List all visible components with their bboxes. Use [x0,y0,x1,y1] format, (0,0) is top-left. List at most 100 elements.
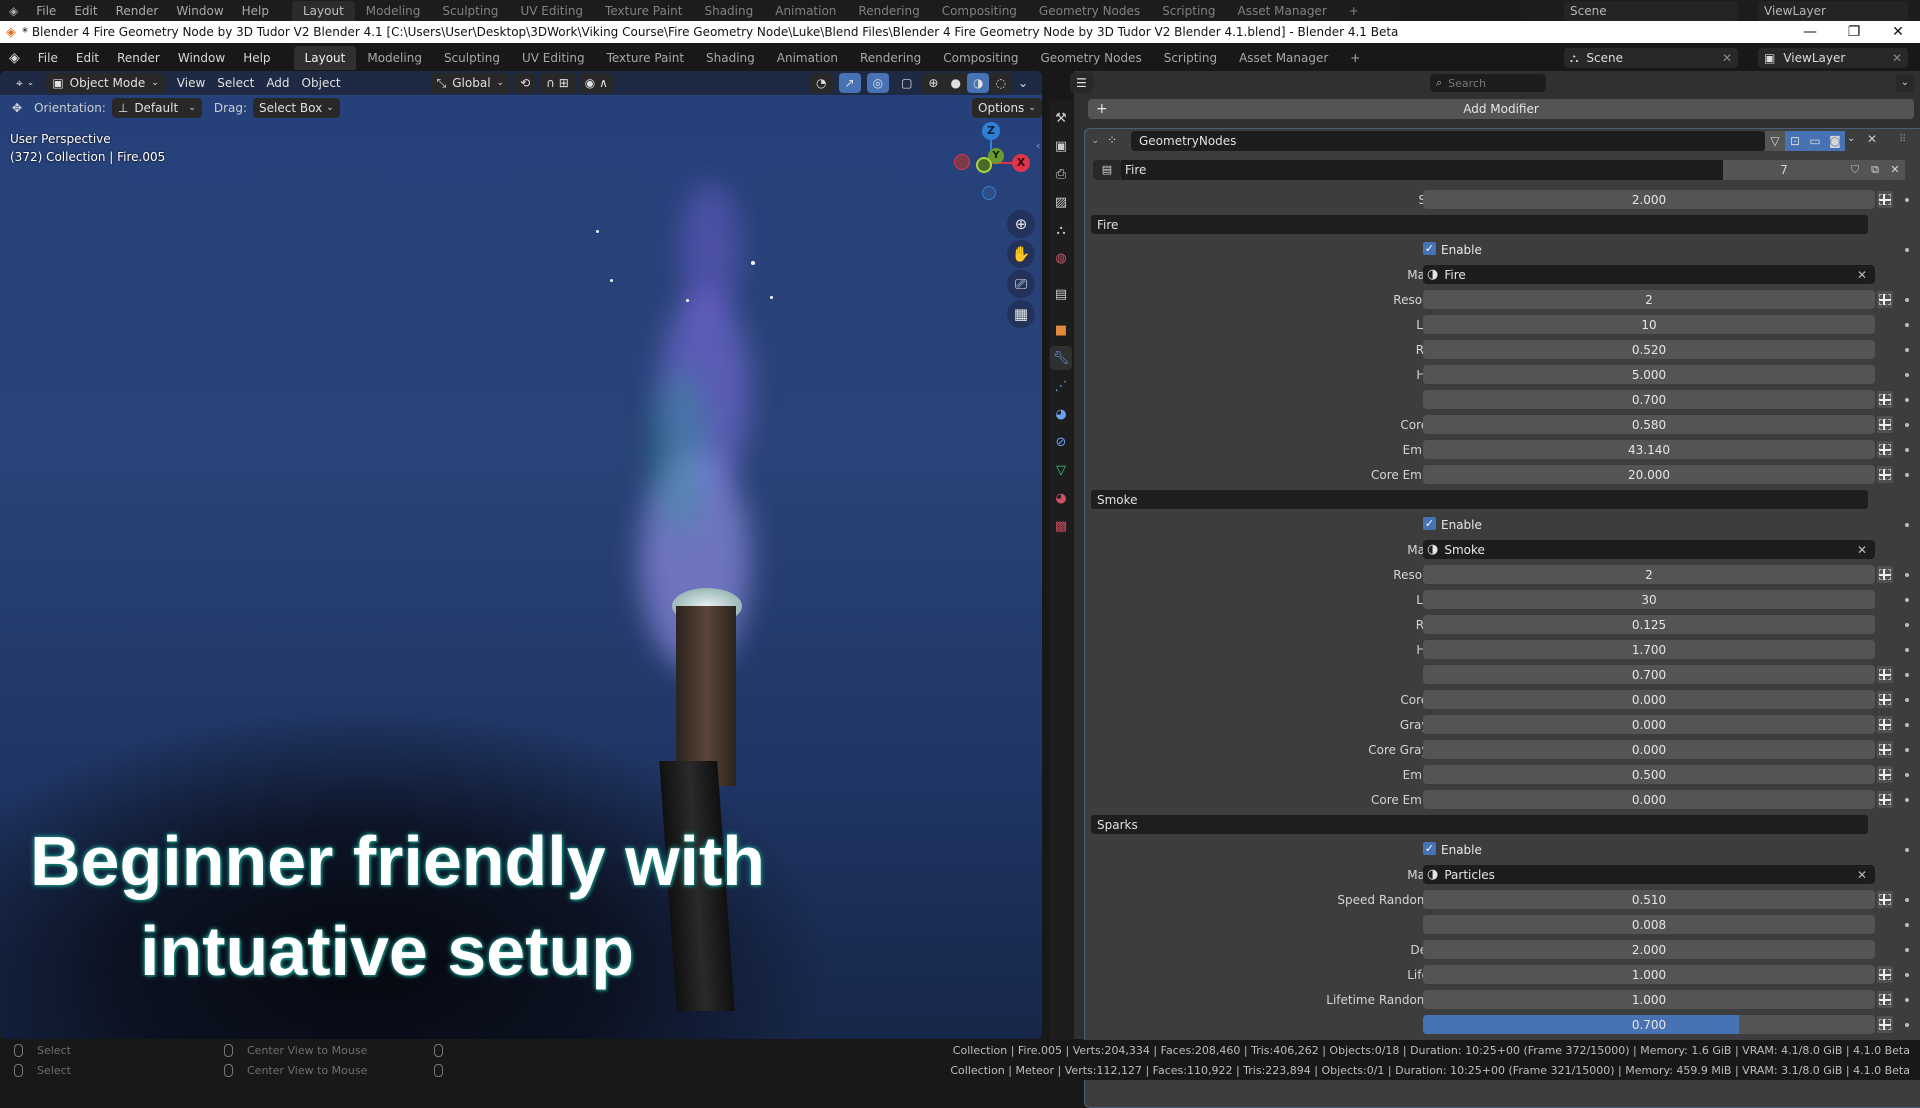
keyframe-dot-icon[interactable] [1905,198,1909,202]
keyframe-dot-icon[interactable] [1905,623,1909,627]
tab-layout[interactable]: Layout [293,46,357,70]
section-header-fire[interactable]: Fire [1091,215,1868,234]
attribute-toggle-button[interactable] [1877,1016,1893,1033]
remove-modifier-button[interactable]: ✕ [1867,132,1877,146]
tab-tool[interactable]: ⚒ [1050,106,1072,130]
tab-modeling[interactable]: Modeling [356,46,433,70]
add-workspace-button[interactable]: + [1339,46,1371,70]
3d-viewport[interactable]: ⌖ ⌄ ▣ Object Mode ⌄ View Select Add Objec… [0,71,1042,1039]
tab-geometry-nodes[interactable]: Geometry Nodes [1029,46,1152,70]
keyframe-dot-icon[interactable] [1905,348,1909,352]
gizmo-toggle[interactable]: ↗ [838,73,861,93]
gizmo-neg-z-axis[interactable] [982,186,996,200]
lifetime-randomness-field[interactable]: 1.000 [1423,990,1875,1009]
menu-view[interactable]: View [171,73,211,93]
keyframe-dot-icon[interactable] [1905,848,1909,852]
keyframe-dot-icon[interactable] [1905,673,1909,677]
blender-logo-icon[interactable]: ◈ [0,50,29,66]
properties-search-input[interactable]: ⌕ Search [1430,74,1546,92]
render-toggle[interactable]: ◙ [1825,131,1845,151]
attribute-toggle-button[interactable] [1877,991,1893,1008]
tab-asset-manager[interactable]: Asset Manager [1228,46,1339,70]
attribute-toggle-button[interactable] [1877,291,1893,308]
drag-handle-icon[interactable]: ⠿ [1899,134,1906,145]
attribute-toggle-button[interactable] [1877,666,1893,683]
attribute-toggle-button[interactable] [1877,391,1893,408]
keyframe-dot-icon[interactable] [1905,298,1909,302]
viewport-display-toggle[interactable]: ▭ [1805,131,1825,151]
scale-field[interactable]: 0.008 [1423,915,1875,934]
keyframe-dot-icon[interactable] [1905,998,1909,1002]
attribute-toggle-button[interactable] [1877,691,1893,708]
options-button[interactable]: Options ⌄ [972,98,1042,118]
clear-material-icon[interactable]: ✕ [1857,268,1867,282]
keyframe-dot-icon[interactable] [1905,573,1909,577]
keyframe-dot-icon[interactable] [1905,373,1909,377]
keyframe-dot-icon[interactable] [1905,698,1909,702]
attribute-toggle-button[interactable] [1877,466,1893,483]
attribute-toggle-button[interactable] [1877,766,1893,783]
modifier-name-input[interactable]: GeometryNodes [1131,131,1765,151]
core-emission-field[interactable]: 20.000 [1423,465,1875,484]
tab-shading[interactable]: Shading [695,46,766,70]
editor-type-button[interactable]: ⌖ ⌄ [10,73,40,93]
hue-field[interactable]: 0.700 [1423,1015,1875,1034]
keyframe-dot-icon[interactable] [1905,398,1909,402]
tab-texture[interactable]: ▩ [1050,514,1072,538]
menu-window[interactable]: Window [169,51,234,65]
material-selector[interactable]: ◑ Particles ✕ [1423,865,1875,884]
keyframe-dot-icon[interactable] [1905,248,1909,252]
keyframe-dot-icon[interactable] [1905,948,1909,952]
attribute-toggle-button[interactable] [1877,716,1893,733]
tab-render[interactable]: ▣ [1050,134,1072,158]
duplicate-node-group-button[interactable]: ⧉ [1865,160,1885,180]
properties-editor-type[interactable]: ☰ [1070,73,1093,93]
layers-field[interactable]: 10 [1423,315,1875,334]
keyframe-dot-icon[interactable] [1905,723,1909,727]
keyframe-dot-icon[interactable] [1905,773,1909,777]
keyframe-dot-icon[interactable] [1905,323,1909,327]
keyframe-dot-icon[interactable] [1905,1023,1909,1027]
attribute-toggle-button[interactable] [1877,191,1893,208]
radius-field[interactable]: 0.125 [1423,615,1875,634]
tab-scene[interactable]: ⛬ [1050,218,1072,242]
speed-field[interactable]: 2.000 [1423,190,1875,209]
keyframe-dot-icon[interactable] [1905,473,1909,477]
menu-file[interactable]: File [29,51,67,65]
tab-view-layer[interactable]: ▨ [1050,190,1072,214]
shading-options[interactable]: ⌄ [1012,73,1034,93]
menu-help[interactable]: Help [234,51,279,65]
density-field[interactable]: 2.000 [1423,940,1875,959]
cage-toggle[interactable]: ⊡ [1785,131,1805,151]
ortho-toggle-button[interactable]: ▦ [1007,300,1035,328]
edit-mode-toggle[interactable]: ▽ [1765,131,1785,151]
attribute-toggle-button[interactable] [1877,791,1893,808]
tab-texture-paint[interactable]: Texture Paint [596,46,695,70]
attribute-toggle-button[interactable] [1877,741,1893,758]
clear-material-icon[interactable]: ✕ [1857,868,1867,882]
properties-options-button[interactable]: ⌄ [1896,74,1914,92]
radius-field[interactable]: 0.520 [1423,340,1875,359]
menu-render[interactable]: Render [108,51,169,65]
shading-rendered[interactable]: ◌ [989,73,1012,93]
tab-uv-editing[interactable]: UV Editing [511,46,596,70]
pan-view-button[interactable]: ✋ [1007,240,1035,268]
drag-selector[interactable]: Select Box ⌄ [253,98,340,118]
orientation-selector[interactable]: ⊥ Default ⌄ [111,98,202,118]
camera-view-button[interactable]: ⎚ [1007,270,1035,298]
gizmo-z-axis[interactable]: Z [982,122,1000,140]
attribute-toggle-button[interactable] [1877,891,1893,908]
overlays-toggle[interactable]: ◎ [866,73,890,93]
hue-field[interactable]: 0.700 [1423,665,1875,684]
xray-toggle[interactable]: ▢ [895,73,918,93]
remove-viewlayer-icon[interactable]: ✕ [1892,51,1902,65]
tab-physics[interactable]: ◕ [1050,402,1072,426]
visibility-selector[interactable]: ◔ [810,73,833,93]
keyframe-dot-icon[interactable] [1905,448,1909,452]
tab-data[interactable]: ▽ [1050,458,1072,482]
proportional-edit-toggle[interactable]: ◉ ∧ [578,73,614,93]
enable-checkbox[interactable]: ✓ [1423,517,1436,530]
keyframe-dot-icon[interactable] [1905,898,1909,902]
attribute-toggle-button[interactable] [1877,566,1893,583]
tab-sculpting[interactable]: Sculpting [433,46,511,70]
